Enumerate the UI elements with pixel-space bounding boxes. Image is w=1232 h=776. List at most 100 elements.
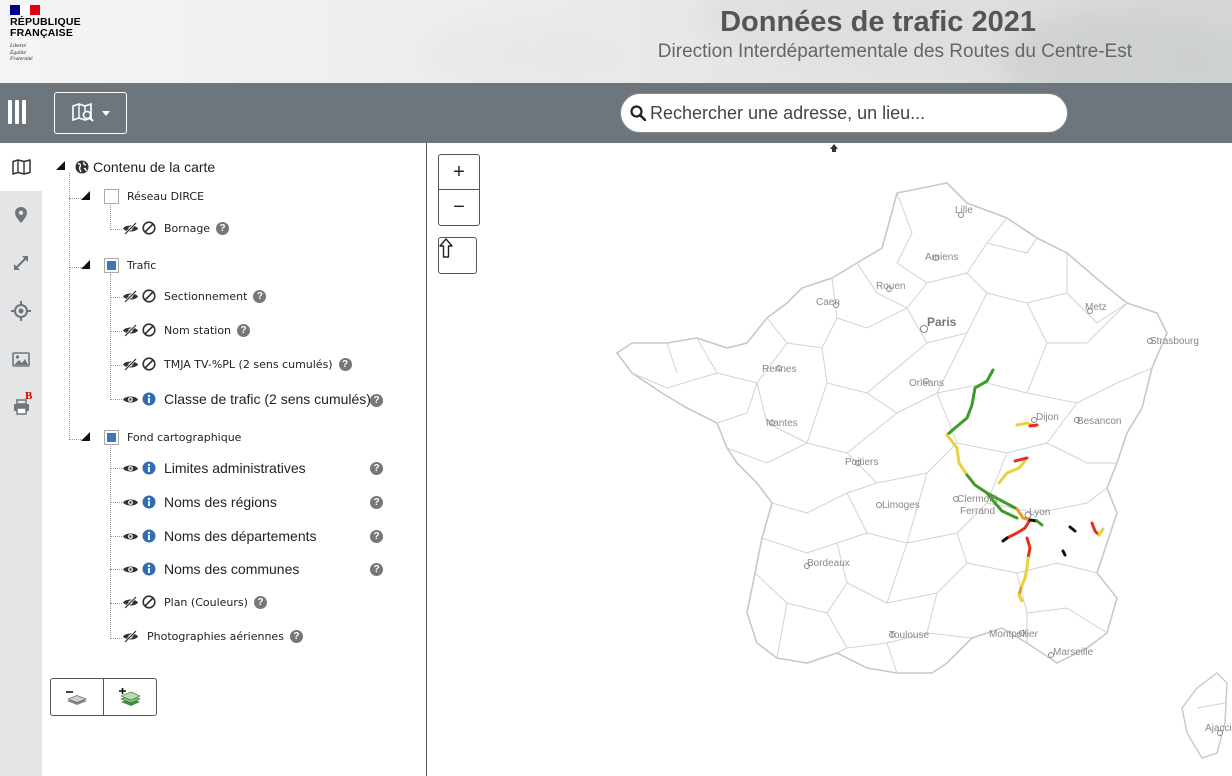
eye-icon[interactable] [122, 496, 139, 509]
layer-noms-regions: Noms des régions [122, 494, 277, 510]
help-icon[interactable]: ? [237, 323, 251, 337]
city-label: Rouen [876, 281, 905, 292]
france-outline [615, 182, 1168, 674]
tab-images[interactable] [0, 335, 42, 383]
eye-icon[interactable] [122, 563, 139, 576]
city-label: Strasbourg [1150, 336, 1199, 347]
city-label: Caen [816, 297, 840, 308]
eye-slash-icon[interactable] [122, 357, 139, 371]
eye-slash-icon[interactable] [122, 595, 139, 609]
layer-tree-panel: Contenu de la carte Réseau DIRCE Bornage… [42, 143, 427, 776]
map-icon [11, 159, 31, 175]
columns-icon [8, 100, 12, 124]
map-viewport[interactable]: Lille Amiens Rouen Caen Paris Metz Stras… [427, 143, 1232, 776]
help-icon[interactable]: ? [216, 221, 230, 235]
collapse-fond-toggle[interactable] [81, 432, 90, 441]
help-icon[interactable]: ? [370, 394, 383, 407]
city-label: Besancon [1077, 416, 1121, 427]
french-flag-icon [10, 5, 40, 15]
eye-slash-icon[interactable] [122, 289, 139, 303]
page-subtitle: Direction Interdépartementale des Routes… [657, 41, 1132, 62]
france-map: Lille Amiens Rouen Caen Paris Metz Stras… [615, 182, 1232, 759]
layer-nom-station: Nom station ? [122, 323, 251, 337]
zoom-control: + − [438, 154, 480, 226]
eye-slash-icon[interactable] [122, 630, 139, 643]
city-label: Dijon [1036, 412, 1059, 423]
layer-bornage: Bornage ? [122, 221, 230, 235]
image-icon [12, 351, 30, 367]
eye-slash-icon[interactable] [122, 221, 139, 235]
city-label: Clermont- [957, 494, 1001, 505]
info-icon[interactable] [142, 392, 156, 406]
reseau-checkbox[interactable] [104, 189, 119, 204]
logo-motto: Liberté Égalité Fraternité [10, 43, 33, 62]
eye-icon[interactable] [122, 462, 139, 475]
eye-icon[interactable] [122, 530, 139, 543]
sidebar-tabs: B [0, 143, 42, 776]
search-box [620, 93, 1068, 133]
info-icon[interactable] [142, 562, 156, 576]
search-input[interactable] [650, 94, 1060, 132]
ban-icon[interactable] [142, 357, 156, 371]
city-label: Ferrand [960, 506, 995, 517]
remove-layer-icon [66, 691, 87, 705]
eye-slash-icon[interactable] [122, 323, 139, 337]
city-label: Poitiers [845, 457, 878, 468]
city-label: Bordeaux [807, 558, 850, 569]
eye-icon[interactable] [122, 393, 139, 406]
collapse-reseau-toggle[interactable] [81, 191, 90, 200]
help-icon[interactable]: ? [370, 462, 383, 475]
city-label: Paris [927, 315, 957, 329]
reset-north-button[interactable] [438, 237, 477, 274]
help-icon[interactable]: ? [370, 496, 383, 509]
remove-layer-button[interactable] [51, 679, 104, 715]
collapse-root-toggle[interactable] [56, 161, 65, 170]
site-header: RÉPUBLIQUE FRANÇAISE Liberté Égalité Fra… [0, 0, 1232, 83]
tab-measure[interactable] [0, 239, 42, 287]
help-icon[interactable]: ? [338, 357, 352, 371]
add-layer-button[interactable] [104, 679, 156, 715]
ban-icon[interactable] [142, 595, 156, 609]
help-icon[interactable]: ? [370, 563, 383, 576]
ban-icon[interactable] [142, 289, 156, 303]
help-icon[interactable]: ? [289, 630, 303, 643]
ban-icon[interactable] [142, 221, 156, 235]
zoom-in-button[interactable]: + [439, 155, 479, 190]
tree-root: Contenu de la carte [75, 159, 215, 175]
map-search-icon [71, 103, 94, 122]
layer-group-fond: Fond cartographique [104, 430, 241, 445]
map-tools-dropdown-button[interactable] [54, 92, 127, 134]
add-layer-icon [119, 688, 141, 706]
fond-checkbox[interactable] [104, 430, 119, 445]
collapse-trafic-toggle[interactable] [81, 260, 90, 269]
info-icon[interactable] [142, 495, 156, 509]
tab-print[interactable]: B [0, 383, 42, 431]
toggle-panel-button[interactable] [8, 100, 28, 124]
layer-plan-couleurs: Plan (Couleurs) ? [122, 595, 267, 609]
page-title: Données de trafic 2021 [720, 6, 1036, 38]
search-icon[interactable] [630, 105, 646, 121]
logo-text: RÉPUBLIQUE FRANÇAISE [10, 16, 81, 39]
city-label: Limoges [882, 500, 920, 511]
corsica-outline [1181, 672, 1228, 759]
city-label: Montpellier [989, 629, 1039, 640]
republique-francaise-logo[interactable]: RÉPUBLIQUE FRANÇAISE Liberté Égalité Fra… [10, 5, 90, 63]
tab-coordinates[interactable] [0, 287, 42, 335]
ban-icon[interactable] [142, 323, 156, 337]
zoom-out-button[interactable]: − [439, 190, 479, 225]
tab-map-content[interactable] [0, 143, 42, 191]
help-icon[interactable]: ? [253, 595, 267, 609]
layer-group-trafic: Trafic [104, 258, 156, 273]
trafic-checkbox[interactable] [104, 258, 119, 273]
city-label: Nantes [766, 418, 798, 429]
north-arrow-icon [439, 238, 453, 258]
info-icon[interactable] [142, 461, 156, 475]
globe-icon [75, 160, 89, 174]
city-label: Lyon [1029, 507, 1050, 518]
help-icon[interactable]: ? [370, 530, 383, 543]
city-label: Orleans [909, 378, 944, 389]
collapse-toolbar-arrow[interactable] [830, 144, 838, 152]
help-icon[interactable]: ? [253, 289, 267, 303]
info-icon[interactable] [142, 529, 156, 543]
tab-location[interactable] [0, 191, 42, 239]
